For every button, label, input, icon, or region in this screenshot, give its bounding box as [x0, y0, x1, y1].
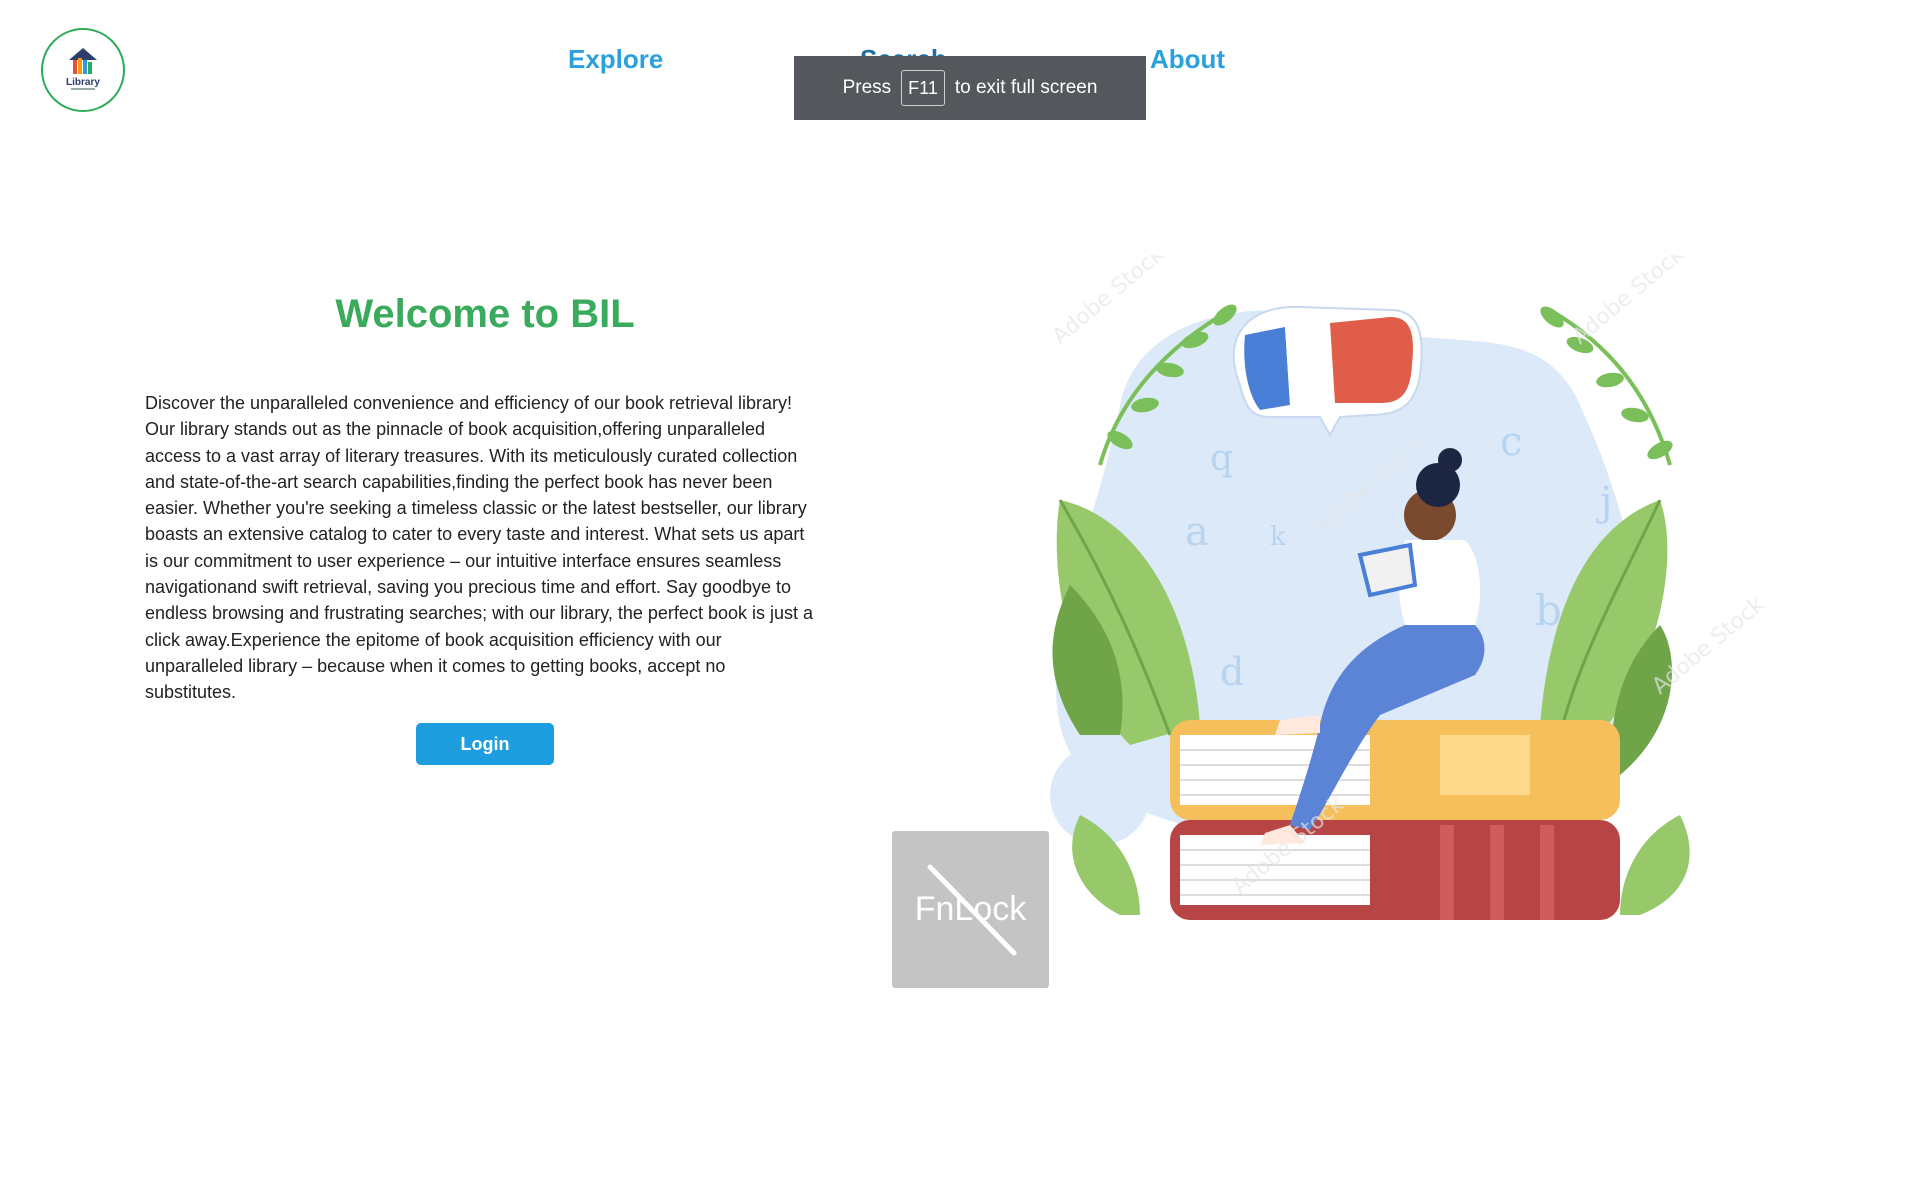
strikethrough-icon [927, 864, 1017, 956]
login-button[interactable]: Login [416, 723, 554, 765]
hero-description: Discover the unparalleled convenience an… [145, 393, 813, 703]
nav-about[interactable]: About [1150, 44, 1225, 75]
svg-text:d: d [1220, 650, 1244, 694]
toast-prefix: Press [842, 77, 892, 98]
page-title: Welcome to BIL [335, 292, 635, 336]
fullscreen-exit-toast: Press F11 to exit full screen [794, 56, 1146, 120]
svg-text:Adobe Stock: Adobe Stock [1048, 255, 1170, 350]
svg-text:Adobe Stock: Adobe Stock [1568, 255, 1690, 350]
f11-key-badge: F11 [901, 70, 945, 106]
reading-woman-illustration: q a k d c j b Adobe Stock Adobe Stock Ad… [1048, 255, 1769, 920]
logo-text: Library [66, 77, 100, 88]
svg-text:a: a [1185, 509, 1209, 555]
toast-suffix: to exit full screen [954, 77, 1098, 98]
nav-explore[interactable]: Explore [568, 44, 663, 75]
svg-text:c: c [1500, 419, 1522, 465]
fnlock-indicator: FnLock [892, 831, 1049, 988]
library-logo-icon: Library [66, 48, 100, 90]
svg-text:k: k [1270, 522, 1286, 552]
library-logo[interactable]: Library [41, 28, 125, 112]
svg-text:q: q [1210, 438, 1233, 479]
